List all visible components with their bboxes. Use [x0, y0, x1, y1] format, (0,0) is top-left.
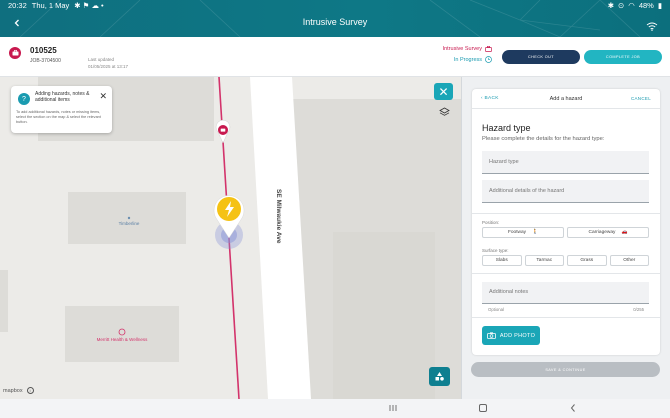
car-icon: 🚗	[621, 230, 628, 235]
map-view[interactable]: SE Milwaukie Ave Timberline Merritt Heal…	[0, 77, 461, 399]
app-header: 20:32 Thu, 1 May ✱ ⚑ ☁ • ✱ ⊙ ◠ 48% ▮ Int…	[0, 0, 670, 37]
recent-apps-icon[interactable]	[389, 404, 397, 412]
tooltip-title: Adding hazards, notes & additional items	[35, 91, 90, 104]
position-option-label: Carriageway	[588, 230, 616, 235]
bluetooth-icon: ✱	[607, 1, 614, 10]
surface-option-other[interactable]: Other	[609, 255, 649, 266]
layers-icon[interactable]	[437, 105, 451, 119]
survey-status-label: In Progress	[453, 56, 482, 63]
job-location-marker	[215, 119, 231, 144]
help-icon: ?	[18, 93, 30, 105]
briefcase-icon	[9, 47, 21, 59]
additional-notes-field[interactable]: Additional notes	[482, 282, 649, 304]
system-nav-bar	[0, 399, 670, 418]
battery-percent: 48%	[638, 1, 654, 10]
mapbox-logo: mapbox	[3, 387, 23, 394]
complete-job-button[interactable]: COMPLETE JOB	[584, 50, 662, 64]
shapes-icon	[435, 372, 444, 381]
character-counter: 0/255	[633, 307, 644, 312]
position-selector: Footway 🚶 Carriageway 🚗	[482, 227, 649, 238]
info-icon[interactable]: i	[26, 387, 34, 394]
survey-type: Intrusive Survey	[443, 46, 492, 52]
surface-label: Surface type:	[482, 248, 509, 253]
connection-icon	[646, 18, 658, 36]
status-bar-right: ✱ ⊙ ◠ 48% ▮	[608, 1, 662, 10]
location-icon: ⊙	[618, 1, 625, 10]
job-reference: JOB-3704500	[30, 58, 61, 64]
card-header: ‹ BACK Add a hazard CANCEL	[472, 89, 660, 109]
street-label: SE Milwaukie Ave	[275, 189, 282, 244]
hazard-details-field[interactable]: Additional details of the hazard	[482, 180, 649, 203]
close-icon: ✕	[438, 84, 449, 99]
pedestrian-icon: 🚶	[532, 230, 539, 235]
optional-hint: Optional	[488, 307, 505, 312]
add-photo-button[interactable]: ADD PHOTO	[482, 326, 540, 345]
surface-option-tarmac[interactable]: Tarmac	[524, 255, 564, 266]
position-label: Position:	[482, 220, 500, 225]
surface-option-grass[interactable]: Grass	[567, 255, 607, 266]
nav-back-icon[interactable]	[569, 403, 577, 413]
mapbox-attribution[interactable]: mapbox i	[3, 387, 34, 394]
last-updated-label: Last updated	[88, 57, 115, 62]
building-block	[333, 232, 435, 399]
job-summary-bar: 010525 JOB-3704500 Last updated 01/05/20…	[0, 37, 670, 77]
poi-dot	[127, 216, 131, 220]
building-block	[65, 306, 179, 362]
check-out-button[interactable]: CHECK OUT	[502, 50, 580, 64]
position-option-label: Footway	[507, 230, 527, 235]
home-icon[interactable]	[479, 404, 487, 412]
clock-icon	[485, 56, 492, 63]
cancel-link[interactable]: CANCEL	[631, 96, 651, 101]
add-hazard-card: ‹ BACK Add a hazard CANCEL Hazard type P…	[472, 89, 660, 355]
help-tooltip: ? Adding hazards, notes & additional ite…	[11, 86, 112, 133]
section-heading: Hazard type	[482, 123, 531, 133]
hazard-type-field[interactable]: Hazard type	[482, 151, 649, 174]
surface-option-slabs[interactable]: Slabs	[482, 255, 522, 266]
add-items-button[interactable]	[429, 367, 450, 386]
status-time: 20:32	[8, 1, 27, 10]
briefcase-icon	[485, 46, 492, 52]
tooltip-body: To add additional hazards, notes or miss…	[16, 110, 101, 124]
building-block	[0, 270, 8, 332]
divider	[472, 213, 660, 214]
poi-label-merritt: Merritt Health & Wellness	[97, 337, 148, 342]
building-block	[68, 192, 186, 244]
status-bar-left: 20:32 Thu, 1 May ✱ ⚑ ☁ •	[8, 1, 104, 10]
poi-label-timberline: Timberline	[119, 221, 140, 226]
position-option-carriageway[interactable]: Carriageway 🚗	[567, 227, 649, 238]
surface-selector: Slabs Tarmac Grass Other	[482, 255, 649, 266]
position-option-footway[interactable]: Footway 🚶	[482, 227, 564, 238]
add-photo-label: ADD PHOTO	[499, 332, 536, 339]
survey-type-label: Intrusive Survey	[442, 46, 482, 52]
close-map-button[interactable]: ✕	[434, 83, 453, 100]
wifi-icon: ◠	[628, 1, 635, 10]
battery-icon: ▮	[657, 1, 662, 10]
save-continue-button[interactable]: SAVE & CONTINUE	[471, 362, 660, 377]
last-updated-value: 01/05/2025 at 13:17	[88, 64, 129, 69]
divider	[472, 273, 660, 274]
job-number: 010525	[30, 46, 57, 55]
close-icon[interactable]: ✕	[99, 92, 107, 101]
status-date: Thu, 1 May	[31, 1, 70, 10]
camera-icon	[486, 332, 496, 339]
page-title: Intrusive Survey	[302, 17, 368, 27]
survey-status: In Progress	[454, 56, 492, 63]
section-subheading: Please complete the details for the haza…	[482, 136, 605, 142]
divider	[472, 317, 660, 318]
notification-icons: ✱ ⚑ ☁ •	[74, 1, 104, 10]
